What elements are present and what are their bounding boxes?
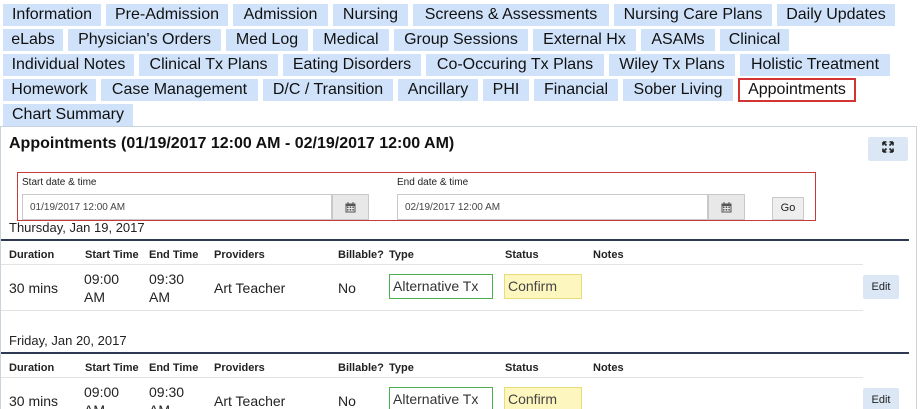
col-notes: Notes xyxy=(593,249,624,261)
status-badge: Confirm xyxy=(504,274,582,299)
calendar-icon xyxy=(721,202,732,213)
col-type: Type xyxy=(389,362,414,374)
tab-screens-assessments[interactable]: Screens & Assessments xyxy=(413,4,609,26)
status-badge: Confirm xyxy=(504,387,582,409)
billable-cell: No xyxy=(338,393,356,409)
col-billable: Billable? xyxy=(338,362,384,374)
edit-button[interactable]: Edit xyxy=(863,388,899,409)
tab-ancillary[interactable]: Ancillary xyxy=(398,79,478,101)
tab-individual-notes[interactable]: Individual Notes xyxy=(3,54,134,76)
duration-cell: 30 mins xyxy=(9,393,59,409)
tab-phi[interactable]: PHI xyxy=(483,79,529,101)
tab-group-sessions[interactable]: Group Sessions xyxy=(394,29,528,51)
tab-pre-admission[interactable]: Pre-Admission xyxy=(106,4,228,26)
tab-information[interactable]: Information xyxy=(3,4,101,26)
header-divider xyxy=(1,264,863,265)
end-date-input[interactable] xyxy=(397,194,708,220)
page-title: Appointments (01/19/2017 12:00 AM - 02/1… xyxy=(9,135,455,152)
tab-nursing[interactable]: Nursing xyxy=(333,4,408,26)
col-start-time: Start Time xyxy=(85,249,139,261)
col-start-time: Start Time xyxy=(85,362,139,374)
tab-sober-living[interactable]: Sober Living xyxy=(623,79,733,101)
provider-cell: Art Teacher xyxy=(214,393,286,409)
tab-case-management[interactable]: Case Management xyxy=(101,79,258,101)
expand-icon xyxy=(882,141,894,156)
tab-eating-disorders[interactable]: Eating Disorders xyxy=(283,54,421,76)
end-calendar-button[interactable] xyxy=(708,194,745,220)
day-header: Friday, Jan 20, 2017 xyxy=(9,333,127,348)
col-notes: Notes xyxy=(593,362,624,374)
tab-co-occuring-tx-plans[interactable]: Co-Occuring Tx Plans xyxy=(426,54,604,76)
billable-cell: No xyxy=(338,280,356,296)
end-time-cell: 09:30AM xyxy=(149,384,185,409)
calendar-icon xyxy=(345,202,356,213)
expand-button[interactable] xyxy=(868,137,908,161)
day-header: Thursday, Jan 19, 2017 xyxy=(9,220,145,235)
col-billable: Billable? xyxy=(338,249,384,261)
col-type: Type xyxy=(389,249,414,261)
tab-medical[interactable]: Medical xyxy=(313,29,389,51)
start-time-cell: 09:00AM xyxy=(84,384,120,409)
date-range-filter: Start date & time End date & time Go xyxy=(17,172,816,221)
tab-appointments[interactable]: Appointments xyxy=(738,78,856,102)
tab-med-log[interactable]: Med Log xyxy=(226,29,308,51)
start-calendar-button[interactable] xyxy=(332,194,369,220)
tab-clinical[interactable]: Clinical xyxy=(720,29,789,51)
tab-financial[interactable]: Financial xyxy=(534,79,618,101)
tab-wiley-tx-plans[interactable]: Wiley Tx Plans xyxy=(609,54,735,76)
tab-homework[interactable]: Homework xyxy=(3,79,96,101)
start-time-cell: 09:00AM xyxy=(84,271,120,305)
col-providers: Providers xyxy=(214,249,265,261)
type-badge: Alternative Tx xyxy=(389,274,493,299)
tab-dc-transition[interactable]: D/C / Transition xyxy=(263,79,393,101)
tab-external-hx[interactable]: External Hx xyxy=(533,29,636,51)
tab-clinical-tx-plans[interactable]: Clinical Tx Plans xyxy=(139,54,278,76)
type-badge: Alternative Tx xyxy=(389,387,493,409)
start-date-input[interactable] xyxy=(22,194,332,220)
tab-daily-updates[interactable]: Daily Updates xyxy=(777,4,895,26)
tab-elabs[interactable]: eLabs xyxy=(3,29,63,51)
col-end-time: End Time xyxy=(149,362,199,374)
tab-holistic-treatment[interactable]: Holistic Treatment xyxy=(740,54,890,76)
tab-physicians-orders[interactable]: Physician's Orders xyxy=(68,29,221,51)
day-divider xyxy=(1,352,909,354)
tab-asams[interactable]: ASAMs xyxy=(641,29,715,51)
end-date-label: End date & time xyxy=(397,177,469,188)
tab-admission[interactable]: Admission xyxy=(233,4,328,26)
row-divider xyxy=(1,310,863,311)
col-providers: Providers xyxy=(214,362,265,374)
end-time-cell: 09:30AM xyxy=(149,271,185,305)
appointments-panel: Appointments (01/19/2017 12:00 AM - 02/1… xyxy=(0,126,917,409)
col-end-time: End Time xyxy=(149,249,199,261)
duration-cell: 30 mins xyxy=(9,280,59,296)
go-button[interactable]: Go xyxy=(772,197,804,220)
day-divider xyxy=(1,239,909,241)
start-date-label: Start date & time xyxy=(22,177,97,188)
col-status: Status xyxy=(505,249,539,261)
tab-nursing-care-plans[interactable]: Nursing Care Plans xyxy=(614,4,772,26)
col-duration: Duration xyxy=(9,249,55,261)
provider-cell: Art Teacher xyxy=(214,280,286,296)
tab-chart-summary[interactable]: Chart Summary xyxy=(3,104,133,126)
edit-button[interactable]: Edit xyxy=(863,275,899,299)
header-divider xyxy=(1,377,863,378)
col-status: Status xyxy=(505,362,539,374)
col-duration: Duration xyxy=(9,362,55,374)
